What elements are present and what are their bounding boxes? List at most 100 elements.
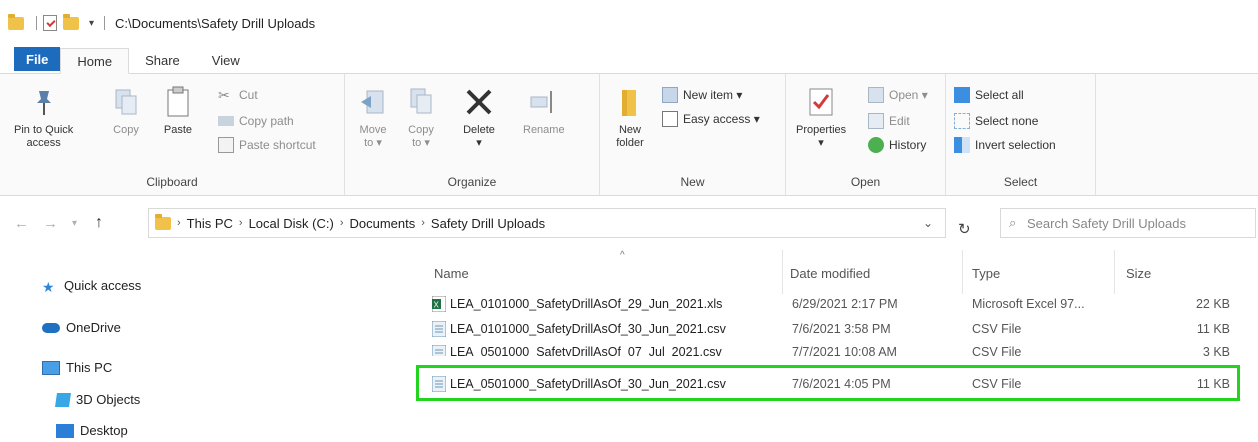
nav-quick-access-label: Quick access	[64, 278, 142, 293]
breadcrumb-documents[interactable]: Documents	[350, 216, 416, 231]
window-title: C:\Documents\Safety Drill Uploads	[115, 15, 316, 31]
new-group-label: New	[680, 175, 705, 189]
customize-quick-access-dropdown[interactable]: ▾	[89, 18, 94, 29]
edit-button[interactable]: Edit	[868, 110, 910, 132]
back-arrow-icon[interactable]: ←	[14, 215, 29, 232]
organize-group: Move to ▾ Copy to ▾ Delete ▾ Rename Orga…	[345, 74, 600, 195]
nav-desktop[interactable]: Desktop	[56, 423, 128, 438]
delete-button[interactable]: Delete ▾	[463, 84, 495, 150]
new-item-button[interactable]: New item ▾	[662, 84, 742, 106]
breadcrumb-safety-drill-uploads[interactable]: Safety Drill Uploads	[431, 216, 545, 231]
address-dropdown-icon[interactable]: ⌄	[923, 216, 933, 230]
select-none-label: Select none	[975, 114, 1039, 128]
new-item-icon	[662, 87, 678, 103]
open-group: Properties ▾ Open ▾ Edit History Open	[786, 74, 946, 195]
copy-label: Copy	[113, 124, 139, 136]
invert-selection-button[interactable]: Invert selection	[954, 134, 1056, 156]
nav-this-pc[interactable]: This PC	[42, 360, 112, 375]
search-box[interactable]: ⌕ Search Safety Drill Uploads	[1000, 208, 1256, 238]
column-divider[interactable]	[962, 250, 963, 294]
new-folder-icon[interactable]	[63, 13, 79, 30]
monitor-icon	[42, 360, 60, 375]
copy-path-button[interactable]: Copy path	[218, 110, 294, 132]
properties-dropdown-arrow[interactable]: ▾	[818, 137, 824, 150]
nav-onedrive[interactable]: OneDrive	[42, 320, 121, 335]
file-row[interactable]: X LEA_0101000_SafetyDrillAsOf_29_Jun_202…	[420, 293, 1240, 315]
delete-dropdown-arrow[interactable]: ▾	[476, 137, 482, 150]
refresh-icon[interactable]: ↻	[958, 220, 971, 238]
tab-home[interactable]: Home	[60, 48, 130, 74]
new-group: New folder New item ▾ Easy access ▾ New	[600, 74, 786, 195]
nav-onedrive-label: OneDrive	[66, 320, 121, 335]
paste-shortcut-label: Paste shortcut	[239, 138, 316, 152]
copy-to-button[interactable]: Copy to ▾	[405, 84, 437, 150]
history-button[interactable]: History	[868, 134, 926, 156]
column-header-date-modified[interactable]: Date modified	[790, 266, 870, 281]
new-folder-button[interactable]: New folder	[614, 84, 646, 150]
ribbon-tabs: File Home Share View	[0, 46, 1258, 74]
rename-label: Rename	[523, 124, 565, 136]
open-group-label: Open	[850, 175, 881, 189]
properties-button[interactable]: Properties ▾	[796, 84, 846, 150]
move-to-button[interactable]: Move to ▾	[357, 84, 389, 150]
paste-shortcut-button[interactable]: Paste shortcut	[218, 134, 316, 156]
rename-button[interactable]: Rename	[523, 84, 565, 137]
svg-text:X: X	[434, 301, 440, 310]
nav-3d-objects[interactable]: 3D Objects	[55, 392, 140, 407]
breadcrumb-this-pc[interactable]: This PC	[187, 216, 233, 231]
address-bar[interactable]: › This PC › Local Disk (C:) › Documents …	[148, 208, 946, 238]
search-icon: ⌕	[1009, 215, 1017, 230]
nav-this-pc-label: This PC	[66, 360, 113, 375]
select-all-button[interactable]: Select all	[954, 84, 1024, 106]
forward-arrow-icon[interactable]: →	[43, 215, 58, 232]
open-label: Open ▾	[889, 88, 928, 102]
breadcrumb-local-disk[interactable]: Local Disk (C:)	[249, 216, 334, 231]
nav-quick-access[interactable]: ★ Quick access	[42, 278, 142, 295]
organize-group-label: Organize	[447, 175, 497, 189]
tab-share[interactable]: Share	[129, 47, 196, 73]
cut-button[interactable]: ✂ Cut	[218, 84, 258, 106]
copy-path-label: Copy path	[239, 114, 294, 128]
file-type: CSV File	[972, 322, 1022, 336]
chevron-right-icon[interactable]: ›	[177, 217, 181, 229]
star-icon: ★	[42, 278, 55, 295]
history-label: History	[889, 138, 927, 152]
title-bar: ▾ C:\Documents\Safety Drill Uploads	[0, 0, 1258, 46]
column-header-name[interactable]: Name	[434, 266, 469, 281]
chevron-right-icon[interactable]: ›	[340, 217, 344, 229]
column-header-type[interactable]: Type	[972, 266, 1000, 281]
rename-icon	[528, 84, 560, 120]
easy-access-icon	[662, 111, 678, 127]
properties-icon[interactable]	[43, 15, 57, 31]
chevron-right-icon[interactable]: ›	[421, 217, 425, 229]
pin-icon	[28, 84, 60, 120]
chevron-right-icon[interactable]: ›	[239, 217, 243, 229]
paste-button[interactable]: Paste	[162, 84, 194, 137]
open-button[interactable]: Open ▾	[868, 84, 928, 106]
column-divider[interactable]	[782, 250, 783, 294]
file-row[interactable]: LEA_0101000_SafetyDrillAsOf_30_Jun_2021.…	[420, 318, 1240, 340]
column-divider[interactable]	[1114, 250, 1115, 294]
copy-path-icon	[218, 116, 234, 126]
move-to-label-2: to ▾	[364, 137, 382, 149]
file-size: 22 KB	[1195, 297, 1230, 311]
separator	[36, 16, 37, 30]
file-row[interactable]: LEA_0501000_SafetyDrillAsOf_07_Jul_2021.…	[420, 343, 1240, 356]
desktop-icon	[56, 423, 74, 438]
copy-button[interactable]: Copy	[110, 84, 142, 137]
cloud-icon	[42, 322, 60, 333]
easy-access-button[interactable]: Easy access ▾	[662, 108, 760, 130]
column-header-size[interactable]: Size	[1126, 266, 1151, 281]
folder-icon[interactable]	[8, 13, 24, 30]
recent-locations-chevron-icon[interactable]: ▾	[72, 218, 77, 229]
select-none-button[interactable]: Select none	[954, 110, 1038, 132]
tab-file[interactable]: File	[14, 47, 61, 71]
pin-to-quick-access-button[interactable]: Pin to Quick access	[14, 84, 73, 150]
copy-to-label-2: to ▾	[412, 137, 430, 149]
tab-view[interactable]: View	[196, 47, 256, 73]
cut-label: Cut	[239, 88, 258, 102]
separator	[104, 16, 106, 30]
up-arrow-icon[interactable]: ↑	[95, 214, 103, 232]
copy-to-icon	[405, 84, 437, 120]
properties-check-icon	[805, 84, 837, 120]
